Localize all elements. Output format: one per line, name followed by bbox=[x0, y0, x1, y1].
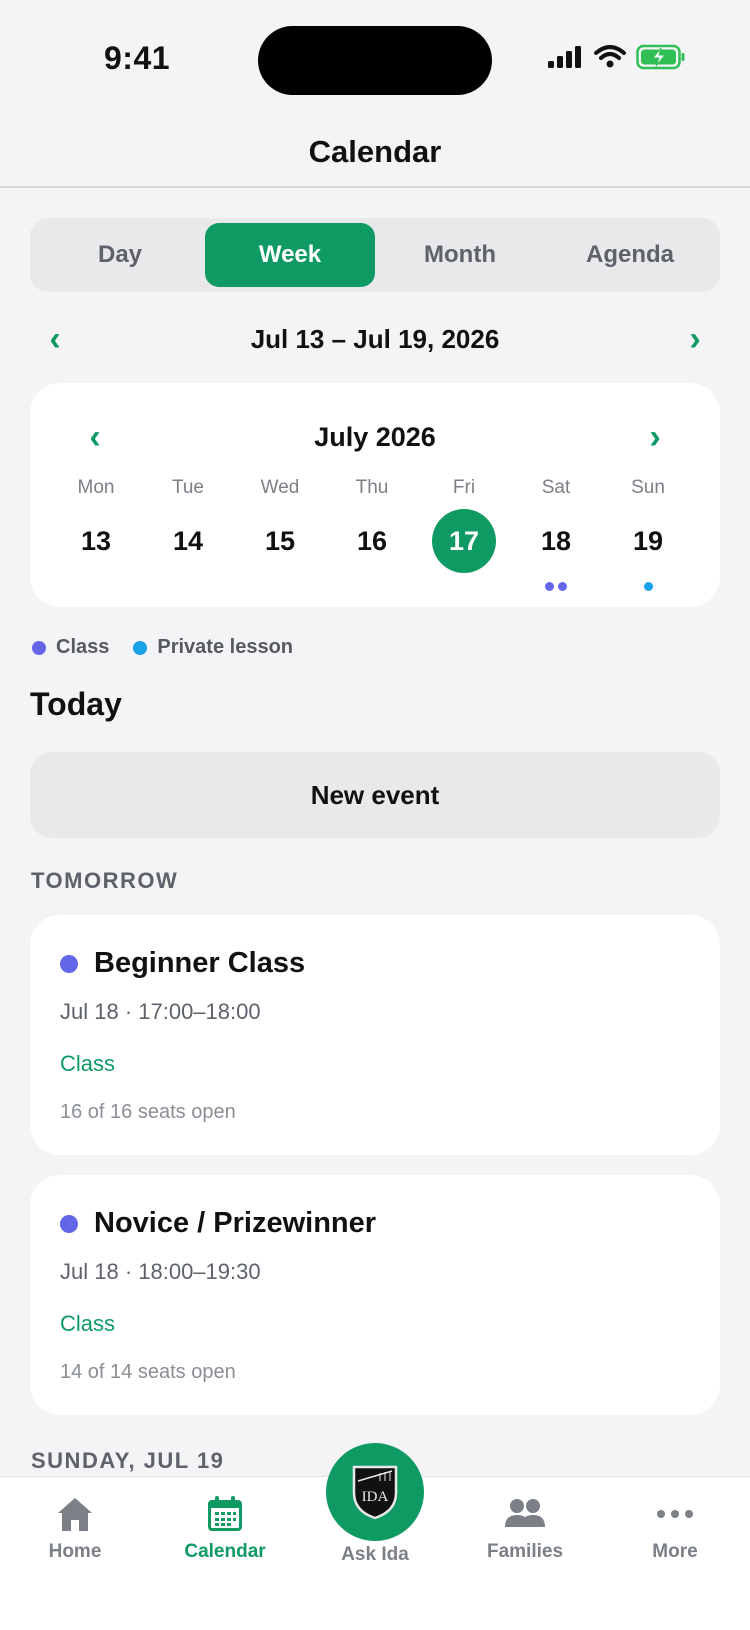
tab-home-label: Home bbox=[48, 1541, 102, 1562]
battery-charging-icon bbox=[636, 44, 685, 70]
event-card[interactable]: Beginner Class Jul 18 · 17:00–18:00 Clas… bbox=[30, 915, 720, 1155]
mini-calendar: ‹ July 2026 › Mon 13 Tue 14 Wed 15 Thu 1… bbox=[30, 383, 720, 607]
day-number: 14 bbox=[172, 525, 204, 556]
day-of-week: Thu bbox=[355, 477, 389, 498]
event-time: Jul 18 · 18:00–19:30 bbox=[60, 1259, 261, 1284]
navigation-bar: Calendar bbox=[0, 120, 750, 188]
legend-class-label: Class bbox=[56, 636, 110, 658]
class-event-dot bbox=[558, 581, 567, 591]
ask-ida-button[interactable]: IDA bbox=[326, 1443, 424, 1541]
home-icon bbox=[58, 1498, 92, 1531]
event-dots bbox=[545, 578, 567, 594]
calendar-day-sat[interactable]: Sat 18 bbox=[510, 475, 602, 594]
day-of-week: Mon bbox=[77, 477, 115, 498]
calendar-day-sun[interactable]: Sun 19 bbox=[602, 475, 694, 594]
tab-day[interactable]: Day bbox=[35, 223, 205, 287]
previous-month-chevron-icon[interactable]: ‹ bbox=[70, 417, 120, 457]
day-of-week: Fri bbox=[452, 477, 476, 498]
event-title-row: Novice / Prizewinner bbox=[60, 1207, 376, 1240]
more-dots-icon bbox=[657, 1510, 693, 1518]
ida-logo-text: IDA bbox=[362, 1489, 389, 1505]
class-event-dot bbox=[545, 581, 554, 591]
tab-month[interactable]: Month bbox=[375, 223, 545, 287]
private-lesson-event-dot bbox=[643, 581, 653, 591]
event-type: Class bbox=[60, 1311, 116, 1336]
mini-calendar-header: ‹ July 2026 › bbox=[70, 417, 680, 457]
event-seats: 16 of 16 seats open bbox=[60, 1101, 236, 1123]
event-seats: 14 of 14 seats open bbox=[60, 1361, 236, 1383]
day-number: 19 bbox=[632, 525, 664, 556]
ida-shield-logo-icon: IDA bbox=[352, 1465, 398, 1520]
calendar-day-fri[interactable]: Fri 17 bbox=[418, 475, 510, 594]
day-number: 18 bbox=[540, 525, 572, 556]
event-dots bbox=[643, 578, 653, 594]
tab-calendar-label: Calendar bbox=[184, 1541, 266, 1562]
day-of-week: Tue bbox=[171, 477, 205, 498]
tab-agenda[interactable]: Agenda bbox=[545, 223, 715, 287]
day-number: 16 bbox=[356, 525, 388, 556]
calendar-day-mon[interactable]: Mon 13 bbox=[50, 475, 142, 594]
event-legend: Class Private lesson bbox=[32, 636, 317, 659]
families-icon bbox=[505, 1499, 545, 1527]
status-time: 9:41 bbox=[104, 40, 171, 76]
event-type: Class bbox=[60, 1051, 116, 1076]
calendar-icon bbox=[208, 1496, 242, 1531]
status-bar: 9:41 bbox=[0, 0, 750, 120]
section-tomorrow-label: TOMORROW bbox=[31, 868, 179, 893]
next-week-chevron-icon[interactable]: › bbox=[670, 319, 720, 359]
legend-private-lesson-label: Private lesson bbox=[157, 636, 293, 658]
today-heading: Today bbox=[30, 686, 122, 722]
event-title-row: Beginner Class bbox=[60, 947, 305, 980]
tab-more[interactable]: More bbox=[610, 1495, 740, 1563]
page-title: Calendar bbox=[308, 134, 442, 169]
legend-class: Class bbox=[32, 636, 109, 659]
mini-calendar-month: July 2026 bbox=[314, 421, 436, 452]
week-range-row: ‹ Jul 13 – Jul 19, 2026 › bbox=[30, 318, 720, 360]
tab-more-label: More bbox=[652, 1541, 698, 1562]
view-segmented-control: Day Week Month Agenda bbox=[30, 218, 720, 292]
tab-families-label: Families bbox=[486, 1541, 564, 1562]
day-number: 13 bbox=[80, 525, 112, 556]
tab-calendar[interactable]: Calendar bbox=[160, 1495, 290, 1563]
class-dot-icon bbox=[60, 954, 78, 973]
event-time: Jul 18 · 17:00–18:00 bbox=[60, 999, 261, 1024]
section-sunday-label: SUNDAY, JUL 19 bbox=[31, 1448, 225, 1473]
wifi-icon bbox=[594, 45, 626, 68]
calendar-day-thu[interactable]: Thu 16 bbox=[326, 475, 418, 594]
day-of-week: Sun bbox=[631, 477, 665, 498]
event-title: Novice / Prizewinner bbox=[94, 1207, 377, 1239]
legend-private-lesson: Private lesson bbox=[133, 636, 293, 659]
class-dot-icon bbox=[60, 1214, 78, 1233]
status-icons bbox=[548, 44, 686, 70]
tab-week[interactable]: Week bbox=[205, 223, 375, 287]
previous-week-chevron-icon[interactable]: ‹ bbox=[30, 319, 80, 359]
tab-home[interactable]: Home bbox=[10, 1495, 140, 1563]
dynamic-island bbox=[258, 26, 492, 95]
week-range-label: Jul 13 – Jul 19, 2026 bbox=[250, 323, 500, 354]
day-number: 15 bbox=[264, 525, 296, 556]
calendar-day-tue[interactable]: Tue 14 bbox=[142, 475, 234, 594]
day-number-selected: 17 bbox=[432, 509, 496, 573]
tab-ask-ida-label: Ask Ida bbox=[341, 1544, 409, 1565]
new-event-button[interactable]: New event bbox=[30, 752, 720, 838]
mini-calendar-days: Mon 13 Tue 14 Wed 15 Thu 16 Fri 17 Sat 1… bbox=[50, 475, 700, 594]
calendar-day-wed[interactable]: Wed 15 bbox=[234, 475, 326, 594]
private-lesson-dot-icon bbox=[133, 640, 148, 655]
event-title: Beginner Class bbox=[94, 947, 306, 979]
cellular-signal-icon bbox=[548, 46, 581, 68]
day-of-week: Wed bbox=[260, 477, 300, 498]
next-month-chevron-icon[interactable]: › bbox=[630, 417, 680, 457]
event-card[interactable]: Novice / Prizewinner Jul 18 · 18:00–19:3… bbox=[30, 1175, 720, 1415]
day-of-week: Sat bbox=[541, 477, 571, 498]
class-dot-icon bbox=[32, 640, 46, 655]
tab-families[interactable]: Families bbox=[460, 1495, 590, 1563]
